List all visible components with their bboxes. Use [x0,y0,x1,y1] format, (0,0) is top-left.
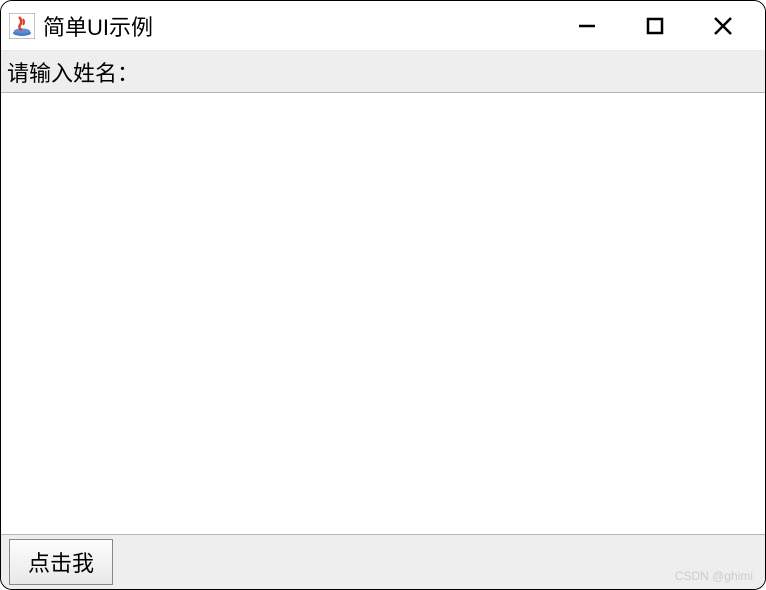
name-label: 请输入姓名： [7,56,139,88]
content-area [1,93,765,534]
window-title: 简单UI示例 [43,10,573,42]
titlebar[interactable]: 简单UI示例 [1,1,765,51]
name-label-row: 请输入姓名： [1,51,765,93]
maximize-button[interactable] [641,12,669,40]
close-button[interactable] [709,12,737,40]
button-bar: 点击我 CSDN @ghimi [1,534,765,589]
minimize-icon [576,15,598,37]
minimize-button[interactable] [573,12,601,40]
watermark: CSDN @ghimi [675,569,753,583]
window-controls [573,12,757,40]
maximize-icon [645,16,665,36]
click-me-button[interactable]: 点击我 [9,539,113,585]
java-app-icon [9,13,35,39]
application-window: 简单UI示例 请输入姓名： 点击我 CS [0,0,766,590]
close-icon [712,15,734,37]
